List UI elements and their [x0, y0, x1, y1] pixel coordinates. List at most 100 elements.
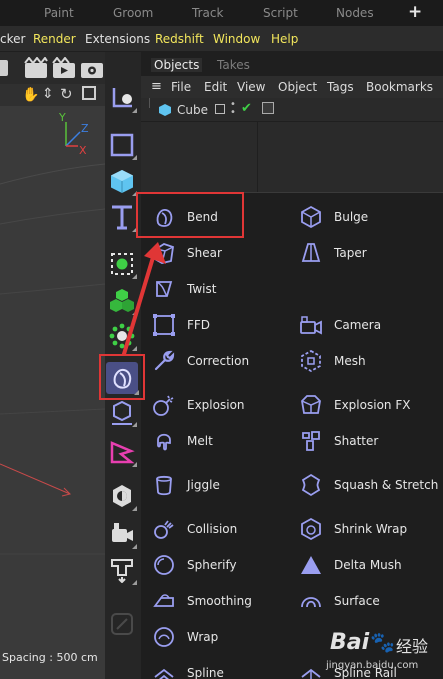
menu-item-explosion-fx[interactable]: Explosion FX: [298, 390, 410, 420]
menu-object[interactable]: Object: [278, 80, 317, 94]
menu-item-mesh[interactable]: Mesh: [298, 346, 366, 376]
render-region-icon[interactable]: [0, 58, 10, 78]
correction-label: Correction: [187, 354, 250, 368]
melt-icon: [151, 428, 177, 454]
menu-item-camera[interactable]: Camera: [298, 310, 381, 340]
surface-label: Surface: [334, 594, 380, 608]
spline-rail-icon: [298, 660, 324, 679]
twist-label: Twist: [187, 282, 217, 296]
spherify-icon: [151, 552, 177, 578]
menu-extensions[interactable]: Extensions: [85, 32, 150, 46]
text-tool[interactable]: [108, 203, 137, 232]
menu-item-delta-mush[interactable]: Delta Mush: [298, 550, 402, 580]
move-view-icon[interactable]: ✋: [22, 87, 39, 103]
axis-z-label: Z: [81, 122, 89, 135]
menu-render[interactable]: Render: [33, 32, 76, 46]
menu-edit[interactable]: Edit: [204, 80, 227, 94]
render-toolbar: [0, 52, 105, 84]
menu-view[interactable]: View: [237, 80, 265, 94]
environment-tool[interactable]: [108, 482, 137, 511]
spline-tool[interactable]: [108, 131, 137, 160]
menu-item-surface[interactable]: Surface: [298, 586, 380, 616]
add-tab-button[interactable]: +: [408, 2, 422, 22]
render-settings-icon[interactable]: [80, 57, 104, 79]
delta-mush-icon: [298, 552, 324, 578]
collision-label: Collision: [187, 522, 238, 536]
polygon-pen-tool[interactable]: [108, 438, 137, 467]
jiggle-icon: [151, 472, 177, 498]
menu-item-bulge[interactable]: Bulge: [298, 202, 368, 232]
toggle-view-icon[interactable]: [82, 86, 96, 100]
tab-groom[interactable]: Groom: [113, 6, 153, 20]
cube-tool[interactable]: [108, 167, 137, 196]
menu-item-jiggle[interactable]: Jiggle: [151, 470, 220, 500]
disabled-tool-icon: [108, 610, 136, 638]
tab-track[interactable]: Track: [192, 6, 223, 20]
delta-mush-label: Delta Mush: [334, 558, 402, 572]
enabled-check-icon[interactable]: ✔: [241, 101, 252, 116]
menu-item-shrink-wrap[interactable]: Shrink Wrap: [298, 514, 407, 544]
tab-paint[interactable]: Paint: [44, 6, 74, 20]
object-row-cube[interactable]: Cube • • ✔: [141, 98, 443, 192]
menu-item-melt[interactable]: Melt: [151, 426, 213, 456]
tab-objects[interactable]: Objects: [151, 58, 203, 72]
menu-item-shatter[interactable]: Shatter: [298, 426, 378, 456]
collision-icon: [151, 516, 177, 542]
menu-item-taper[interactable]: Taper: [298, 238, 367, 268]
tab-script[interactable]: Script: [263, 6, 298, 20]
axis-y-label: Y: [59, 111, 66, 124]
menu-item-squash-stretch[interactable]: Squash & Stretch: [298, 470, 438, 500]
spline-label: Spline: [187, 666, 224, 679]
menu-help[interactable]: Help: [271, 32, 298, 46]
grid-spacing-readout: Spacing : 500 cm: [2, 651, 98, 664]
menu-item-collision[interactable]: Collision: [151, 514, 237, 544]
tree-line: [149, 98, 150, 108]
menu-item-spherify[interactable]: Spherify: [151, 550, 237, 580]
menu-redshift[interactable]: Redshift: [155, 32, 204, 46]
menu-tags[interactable]: Tags: [327, 80, 354, 94]
mesh-icon: [298, 348, 324, 374]
hamburger-icon[interactable]: ≡: [151, 79, 162, 94]
smoothing-label: Smoothing: [187, 594, 252, 608]
objects-tab-bar: Objects Takes: [141, 52, 443, 76]
baidu-jingyan-watermark: Bai 🐾 经验 jingyan.baidu.com: [322, 628, 440, 674]
edit-object-icon[interactable]: [215, 104, 225, 114]
explosion-fx-icon: [298, 392, 324, 418]
shrink-wrap-icon: [298, 516, 324, 542]
explosion-fx-label: Explosion FX: [334, 398, 411, 412]
watermark-brand-cn: 经验: [396, 637, 429, 656]
menu-file[interactable]: File: [171, 80, 191, 94]
column-divider: [257, 122, 258, 192]
field-tool[interactable]: [108, 398, 137, 427]
ffd-label: FFD: [187, 318, 211, 332]
zoom-view-icon[interactable]: ⇕: [42, 86, 54, 102]
tab-takes[interactable]: Takes: [217, 58, 250, 72]
annotation-arrow: [122, 242, 166, 356]
menu-bookmarks[interactable]: Bookmarks: [366, 80, 433, 94]
scene-tool[interactable]: [108, 556, 137, 585]
smoothing-icon: [151, 588, 177, 614]
shatter-icon: [298, 428, 324, 454]
menu-item-spline[interactable]: Spline: [151, 658, 224, 679]
visibility-dots-icon[interactable]: • •: [230, 100, 236, 118]
menu-item-wrap[interactable]: Wrap: [151, 622, 218, 652]
render-picture-viewer-icon[interactable]: [52, 57, 76, 79]
objects-menu-bar: ≡ File Edit View Object Tags Bookmarks: [141, 76, 443, 98]
rotate-view-icon[interactable]: ↻: [60, 85, 73, 103]
menu-character[interactable]: cker: [0, 32, 25, 46]
select-tool[interactable]: [108, 84, 137, 113]
bulge-label: Bulge: [334, 210, 369, 224]
surface-icon: [298, 588, 324, 614]
tab-nodes[interactable]: Nodes: [336, 6, 374, 20]
menu-item-explosion[interactable]: Explosion: [151, 390, 245, 420]
camera-deformer-icon: [298, 312, 324, 338]
3d-viewport[interactable]: [0, 84, 105, 679]
camera-tool[interactable]: [108, 520, 137, 549]
render-view-icon[interactable]: [24, 57, 48, 79]
menu-item-smoothing[interactable]: Smoothing: [151, 586, 252, 616]
tag-icon[interactable]: [262, 102, 274, 114]
shatter-label: Shatter: [334, 434, 379, 448]
menu-window[interactable]: Window: [213, 32, 260, 46]
shrink-wrap-label: Shrink Wrap: [334, 522, 408, 536]
explosion-icon: [151, 392, 177, 418]
